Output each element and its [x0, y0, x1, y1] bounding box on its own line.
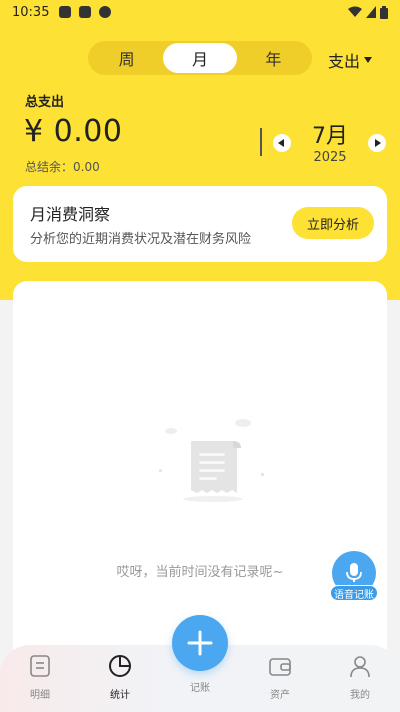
tab-week[interactable]: 周: [90, 43, 163, 73]
type-dropdown-label: 支出: [328, 52, 361, 71]
insight-title: 月消费洞察: [30, 205, 111, 224]
battery-icon: [380, 5, 388, 19]
doc-list-icon: [30, 655, 50, 677]
plus-icon: [187, 630, 213, 656]
microphone-icon: [346, 563, 362, 582]
total-expense-label: 总支出: [25, 95, 65, 110]
analyze-now-button[interactable]: 立即分析: [292, 207, 374, 239]
insight-description: 分析您的近期消费状况及潜在财务风险: [30, 232, 252, 247]
records-card: 哎呀，当前时间没有记录呢~: [13, 281, 387, 661]
tab-statistics[interactable]: 统计: [90, 653, 150, 701]
total-amount: ¥ 0.00: [24, 114, 123, 149]
status-time: 10:35: [12, 4, 50, 20]
notification-icon: [99, 6, 112, 18]
tab-month[interactable]: 月: [163, 43, 237, 73]
tab-details[interactable]: 明细: [10, 653, 70, 701]
tab-assets[interactable]: 资产: [250, 653, 310, 701]
divider: [260, 128, 262, 156]
notification-icon: [59, 6, 72, 18]
period-segmented-control: 周 月 年: [88, 41, 312, 75]
next-month-button[interactable]: [368, 134, 386, 152]
year-label: 2025: [313, 150, 347, 165]
empty-state-text: 哎呀，当前时间没有记录呢~: [116, 565, 284, 580]
wifi-icon: [348, 6, 362, 17]
signal-icon: [366, 6, 376, 18]
insight-card: 月消费洞察 分析您的近期消费状况及潜在财务风险 立即分析: [13, 186, 387, 262]
wallet-icon: [269, 658, 291, 676]
caret-down-icon: [364, 57, 373, 63]
tab-details-label: 明细: [30, 690, 50, 701]
notification-icon: [79, 6, 92, 18]
month-label: 7月: [312, 124, 348, 149]
tab-profile-label: 我的: [350, 690, 370, 701]
empty-receipt-icon: [159, 419, 264, 502]
voice-record-label: 语音记账: [330, 585, 378, 601]
tab-year[interactable]: 年: [237, 43, 310, 73]
tab-statistics-label: 统计: [110, 690, 130, 701]
balance-text: 总结余：0.00: [25, 160, 100, 174]
status-bar: 10:35: [0, 0, 400, 24]
tab-profile[interactable]: 我的: [330, 653, 390, 701]
add-record-button[interactable]: [172, 615, 228, 671]
pie-chart-icon: [109, 655, 131, 677]
tab-record[interactable]: 记账: [170, 679, 230, 694]
arrow-right-icon: [375, 139, 381, 147]
tab-assets-label: 资产: [270, 690, 290, 701]
arrow-left-icon: [278, 139, 284, 147]
person-icon: [350, 656, 370, 678]
voice-record-button[interactable]: 语音记账: [330, 551, 378, 605]
type-dropdown[interactable]: 支出: [328, 48, 373, 72]
prev-month-button[interactable]: [273, 134, 291, 152]
tab-record-label: 记账: [190, 683, 210, 694]
